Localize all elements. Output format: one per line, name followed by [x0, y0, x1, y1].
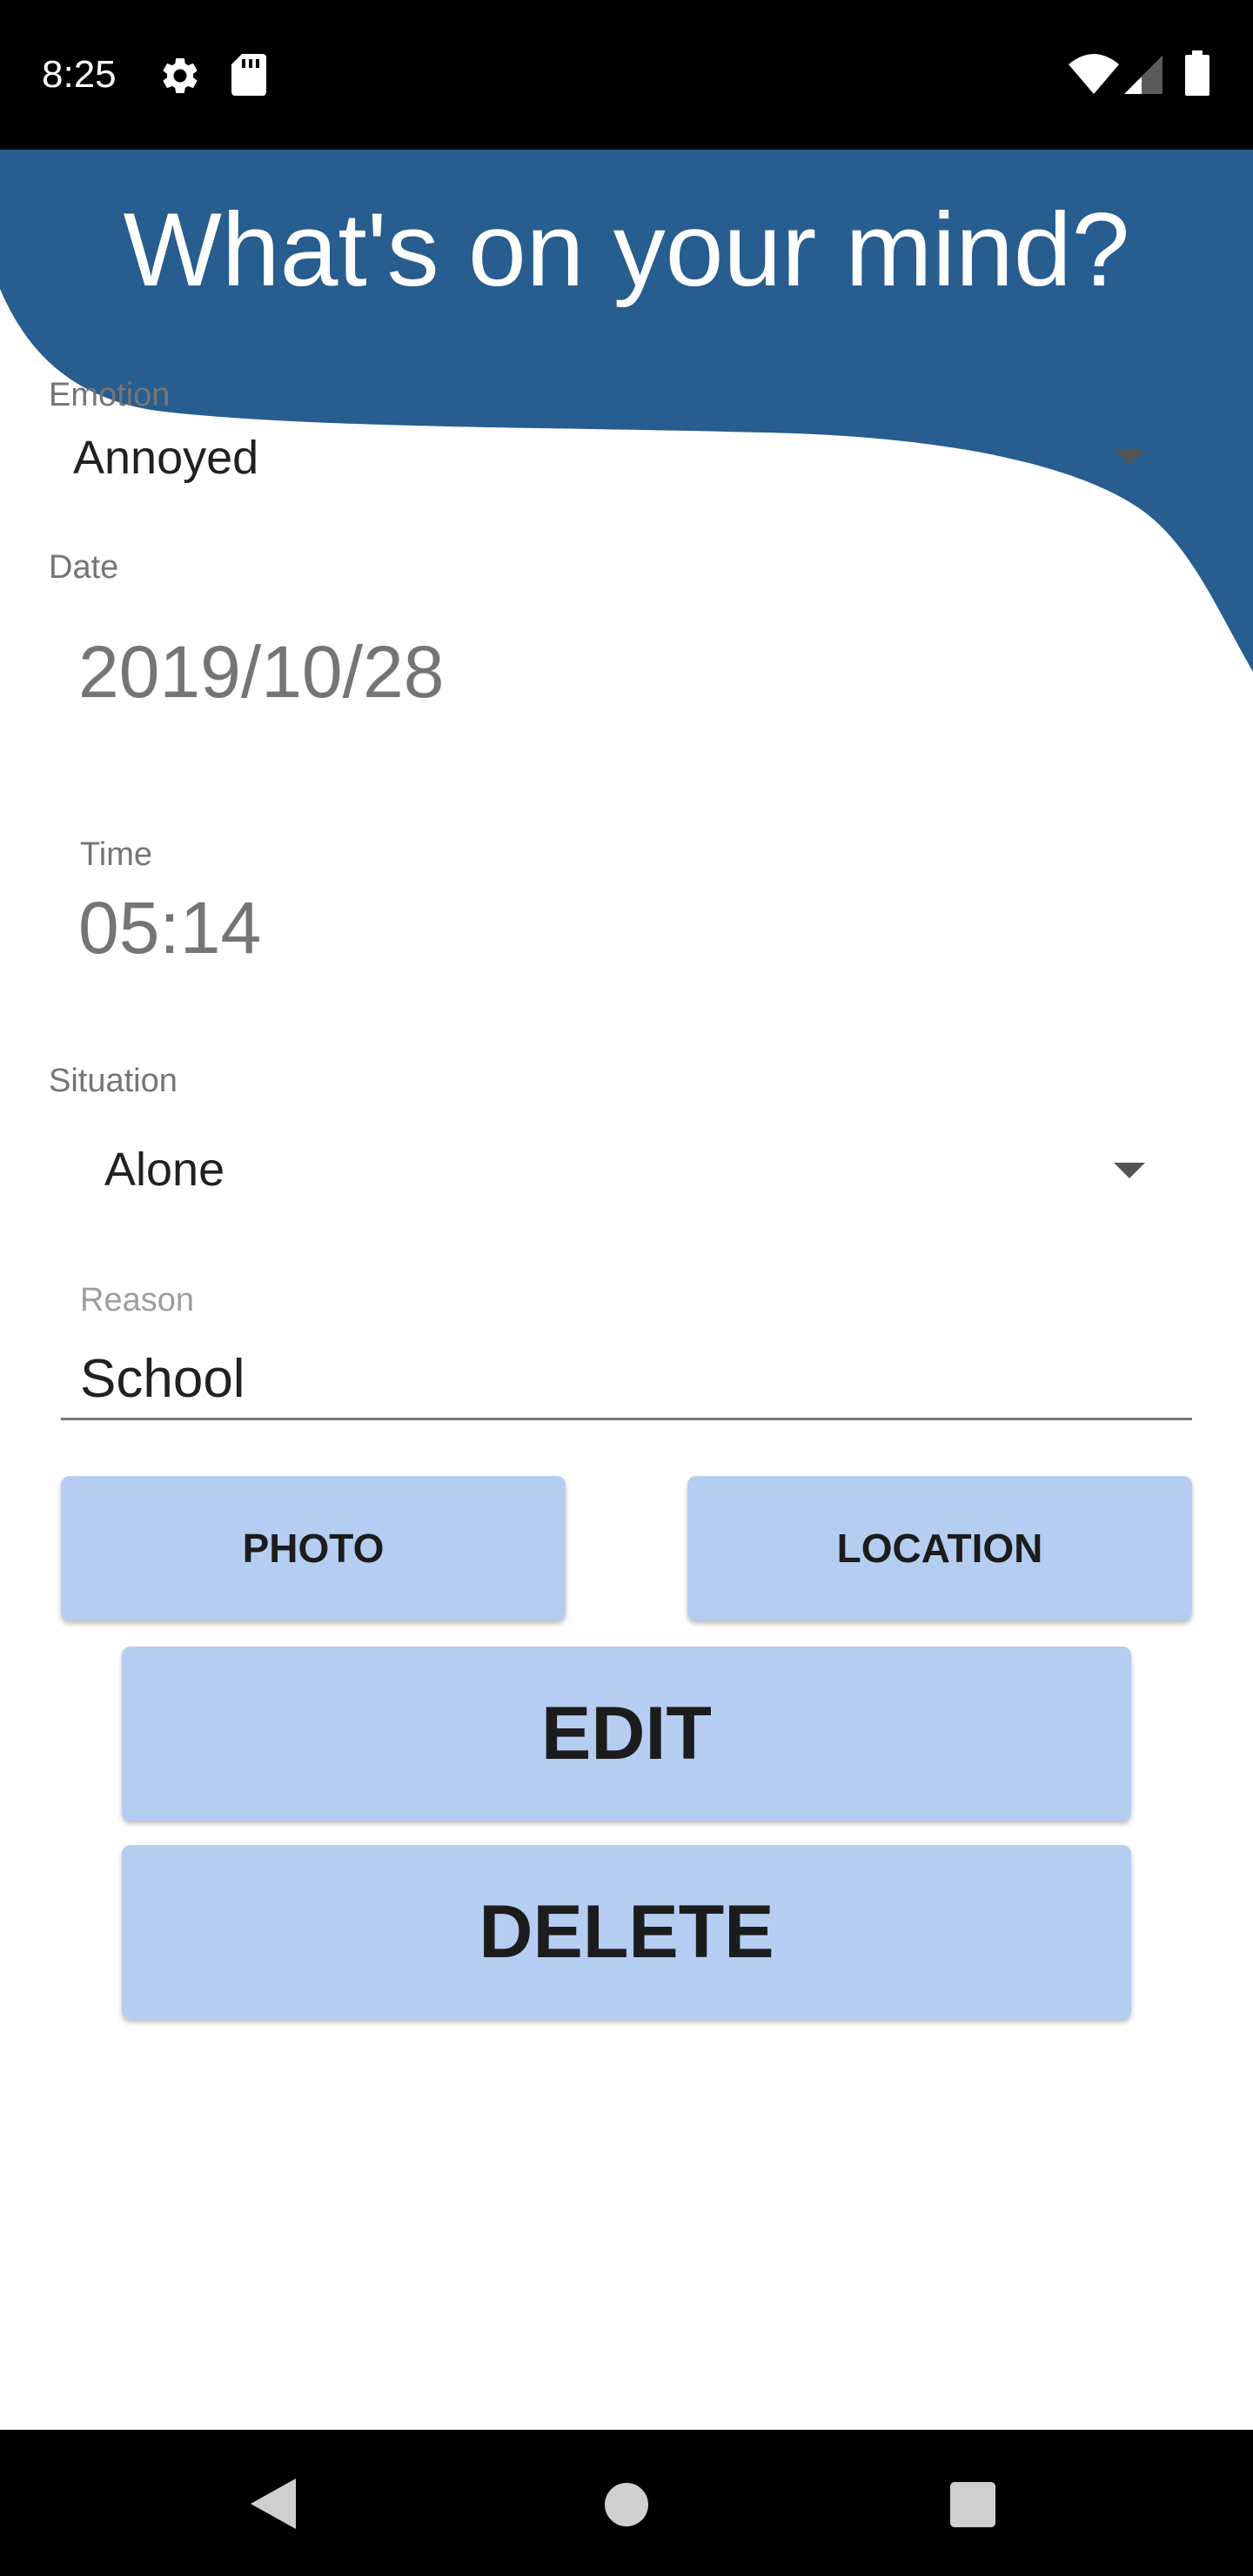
home-icon[interactable] [604, 2482, 649, 2532]
sd-card-icon [231, 54, 266, 100]
time-value[interactable]: 05:14 [78, 884, 261, 971]
battery-icon [1185, 50, 1209, 100]
time-label: Time [80, 836, 153, 873]
emotion-label: Emotion [49, 377, 171, 413]
edit-button[interactable]: EDIT [122, 1647, 1131, 1821]
emotion-spinner[interactable]: Annoyed [49, 418, 1180, 496]
date-value[interactable]: 2019/10/28 [78, 628, 444, 715]
wifi-icon [1069, 54, 1119, 98]
situation-spinner[interactable]: Alone [49, 1128, 1180, 1211]
situation-value: Alone [104, 1144, 225, 1196]
situation-label: Situation [49, 1063, 178, 1099]
chevron-down-icon [1114, 449, 1145, 465]
status-bar: 8:25 [0, 0, 1253, 150]
delete-button[interactable]: DELETE [122, 1845, 1131, 2019]
date-label: Date [49, 549, 119, 586]
recents-icon[interactable] [950, 2482, 995, 2532]
status-time: 8:25 [42, 53, 117, 96]
cell-signal-icon [1124, 56, 1163, 98]
photo-button[interactable]: PHOTO [61, 1476, 566, 1620]
page-title: What's on your mind? [123, 191, 1130, 308]
emotion-value: Annoyed [73, 432, 259, 484]
chevron-down-icon [1114, 1163, 1145, 1178]
reason-input[interactable] [61, 1340, 1192, 1420]
settings-icon [158, 54, 202, 102]
reason-label: Reason [80, 1282, 194, 1318]
back-icon[interactable] [251, 2479, 296, 2533]
navigation-bar [0, 2430, 1253, 2576]
location-button[interactable]: LOCATION [687, 1476, 1192, 1620]
